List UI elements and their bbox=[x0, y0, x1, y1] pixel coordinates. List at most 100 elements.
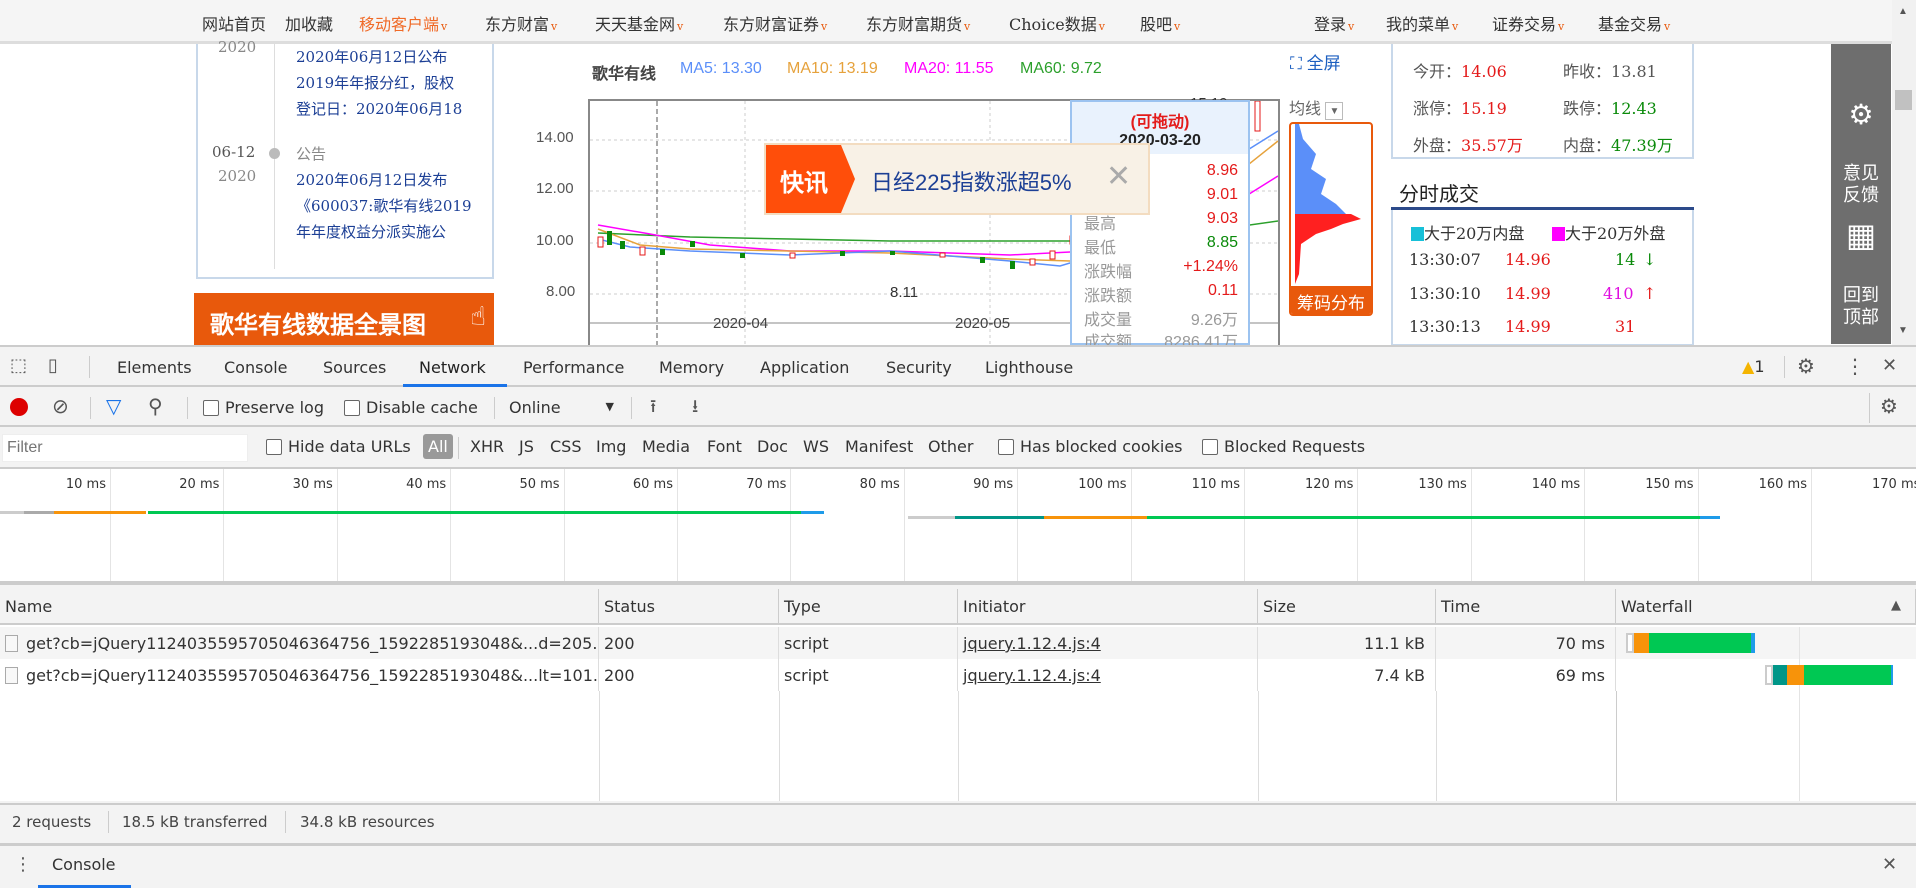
request-name[interactable]: get?cb=jQuery112403559570504636475​6_159… bbox=[0, 659, 599, 691]
overview-tick-label: 20 ms bbox=[179, 477, 220, 492]
column-status[interactable]: Status bbox=[599, 589, 779, 625]
network-settings-icon[interactable]: ⚙ bbox=[1880, 394, 1898, 418]
filter-css[interactable]: CSS bbox=[550, 437, 581, 456]
nav-futures[interactable]: 东方财富期货 v bbox=[866, 11, 970, 35]
filter-manifest[interactable]: Manifest bbox=[845, 437, 913, 456]
filter-all[interactable]: All bbox=[423, 434, 453, 459]
filter-icon[interactable]: ▽ bbox=[106, 394, 121, 418]
close-icon[interactable]: ✕ bbox=[1106, 159, 1131, 194]
column-initiator[interactable]: Initiator bbox=[958, 589, 1258, 625]
event-text[interactable]: 2020年06月12日发布 bbox=[296, 169, 447, 190]
qrcode-icon[interactable]: ▦ bbox=[1831, 219, 1891, 251]
overview-request-bar bbox=[0, 511, 24, 514]
nav-securities[interactable]: 东方财富证券 v bbox=[723, 11, 827, 35]
scrollbar-thumb[interactable] bbox=[1895, 90, 1912, 110]
overview-request-bar bbox=[1147, 516, 1700, 519]
filter-font[interactable]: Font bbox=[707, 437, 742, 456]
filter-input[interactable] bbox=[2, 434, 248, 462]
data-panorama-banner[interactable]: 歌华有线数据全景图 ☝ bbox=[194, 293, 494, 345]
event-text[interactable]: 2019年年报分红，股权 bbox=[296, 72, 454, 93]
nav-mobile-client[interactable]: 移动客户端 v bbox=[359, 11, 447, 35]
event-text[interactable]: 2020年06月12日公布 bbox=[296, 46, 447, 67]
filter-img[interactable]: Img bbox=[596, 437, 626, 456]
initiator-link[interactable]: jquery.1.12.4.js:4 bbox=[958, 659, 1258, 691]
device-toolbar-icon[interactable]: ▯ bbox=[48, 355, 58, 376]
tab-network[interactable]: Network bbox=[419, 358, 486, 377]
tab-sources[interactable]: Sources bbox=[323, 358, 386, 377]
import-har-icon[interactable]: ⭱ bbox=[650, 394, 656, 424]
event-text[interactable]: 《600037:歌华有线2019 bbox=[296, 195, 472, 216]
filter-js[interactable]: JS bbox=[519, 437, 534, 456]
feedback-button[interactable]: 意见反馈 bbox=[1831, 162, 1891, 206]
search-icon[interactable]: ⚲ bbox=[148, 394, 163, 418]
column-name[interactable]: Name bbox=[0, 589, 599, 625]
event-text[interactable]: 登记日：2020年06月18 bbox=[296, 98, 462, 119]
close-devtools-icon[interactable]: ✕ bbox=[1882, 355, 1897, 376]
chip-label: 筹码分布 bbox=[1291, 286, 1371, 314]
warning-count: 1 bbox=[1754, 357, 1765, 376]
news-flash-popup[interactable]: 快讯 日经225指数涨超5% ✕ bbox=[764, 143, 1150, 215]
chip-loss-area bbox=[1295, 214, 1361, 284]
tab-security[interactable]: Security bbox=[886, 358, 952, 377]
inspect-element-icon[interactable]: ⬚ bbox=[10, 355, 27, 376]
throttling-select[interactable]: Online ▼ bbox=[509, 398, 614, 417]
blocked-requests-checkbox[interactable]: Blocked Requests bbox=[1202, 437, 1365, 456]
clear-icon[interactable]: ⊘ bbox=[52, 394, 69, 418]
preserve-log-checkbox[interactable]: Preserve log bbox=[203, 398, 324, 417]
file-icon bbox=[5, 635, 18, 652]
filter-xhr[interactable]: XHR bbox=[470, 437, 504, 456]
filter-doc[interactable]: Doc bbox=[757, 437, 788, 456]
nav-eastmoney[interactable]: 东方财富 v bbox=[485, 11, 557, 35]
initiator-link[interactable]: jquery.1.12.4.js:4 bbox=[958, 627, 1258, 659]
disable-cache-checkbox[interactable]: Disable cache bbox=[344, 398, 478, 417]
settings-gear-icon[interactable]: ⚙ bbox=[1797, 354, 1815, 378]
tab-memory[interactable]: Memory bbox=[659, 358, 724, 377]
console-drawer: ⋮ Console ✕ bbox=[0, 843, 1916, 888]
nav-my-menu[interactable]: 我的菜单 v bbox=[1386, 11, 1458, 35]
drawer-menu-icon[interactable]: ⋮ bbox=[14, 854, 32, 875]
export-har-icon[interactable]: ⭳ bbox=[692, 394, 698, 424]
tick-time: 13:30:13 bbox=[1409, 317, 1481, 336]
nav-home[interactable]: 网站首页 bbox=[202, 11, 266, 35]
hide-data-urls-checkbox[interactable]: Hide data URLs bbox=[266, 437, 411, 456]
column-time[interactable]: Time bbox=[1436, 589, 1616, 625]
drawer-tab-console[interactable]: Console bbox=[52, 855, 116, 874]
nav-choice[interactable]: Choice数据 v bbox=[1009, 11, 1105, 35]
filter-media[interactable]: Media bbox=[642, 437, 690, 456]
column-size[interactable]: Size bbox=[1258, 589, 1436, 625]
overview-gridline bbox=[1470, 469, 1472, 581]
tab-elements[interactable]: Elements bbox=[117, 358, 192, 377]
column-waterfall[interactable]: Waterfall ▲ bbox=[1616, 589, 1916, 625]
scroll-up-icon[interactable]: ▲ bbox=[1898, 6, 1908, 17]
nav-guba[interactable]: 股吧 v bbox=[1140, 11, 1180, 35]
scroll-down-icon[interactable]: ▼ bbox=[1898, 325, 1908, 336]
close-drawer-icon[interactable]: ✕ bbox=[1882, 854, 1897, 875]
request-name[interactable]: get?cb=jQuery112403559570504636475​6_159… bbox=[0, 627, 599, 659]
fullscreen-button[interactable]: ⛶ 全屏 bbox=[1290, 49, 1341, 74]
nav-login[interactable]: 登录 v bbox=[1314, 11, 1354, 35]
tab-lighthouse[interactable]: Lighthouse bbox=[985, 358, 1073, 377]
filter-ws[interactable]: WS bbox=[803, 437, 829, 456]
event-text[interactable]: 年年度权益分派实施公 bbox=[296, 221, 446, 242]
tab-application[interactable]: Application bbox=[760, 358, 849, 377]
more-options-icon[interactable]: ⋮ bbox=[1845, 354, 1865, 378]
has-blocked-cookies-checkbox[interactable]: Has blocked cookies bbox=[998, 437, 1183, 456]
ma-select[interactable]: 均线 ▼ bbox=[1289, 95, 1344, 120]
gear-icon[interactable]: ⚙ bbox=[1831, 101, 1891, 129]
nav-bookmark[interactable]: 加收藏 bbox=[285, 11, 333, 35]
page-scrollbar[interactable]: ▲ ▼ bbox=[1892, 0, 1916, 345]
tab-console[interactable]: Console bbox=[224, 358, 288, 377]
nav-fund[interactable]: 天天基金网 v bbox=[595, 11, 683, 35]
news-text[interactable]: 日经225指数涨超5% bbox=[871, 165, 1072, 197]
back-to-top-button[interactable]: 回到顶部 bbox=[1831, 284, 1891, 328]
column-type[interactable]: Type bbox=[779, 589, 958, 625]
record-button[interactable] bbox=[10, 398, 28, 416]
tab-performance[interactable]: Performance bbox=[523, 358, 624, 377]
nav-stock-trade[interactable]: 证券交易 v bbox=[1492, 11, 1564, 35]
warnings-counter[interactable]: ▲1 bbox=[1742, 357, 1765, 376]
kline-tooltip[interactable]: (可拖动) 2020-03-20 8.96 9.01 最高 9.03 最低 8.85… bbox=[1070, 100, 1250, 351]
nav-fund-trade[interactable]: 基金交易 v bbox=[1598, 11, 1670, 35]
filter-other[interactable]: Other bbox=[928, 437, 973, 456]
chip-distribution-button[interactable]: 筹码分布 bbox=[1289, 122, 1373, 316]
network-overview-timeline[interactable]: 10 ms 20 ms 30 ms 40 ms 50 ms 60 ms 70 ms 80 ms… bbox=[0, 467, 1916, 585]
